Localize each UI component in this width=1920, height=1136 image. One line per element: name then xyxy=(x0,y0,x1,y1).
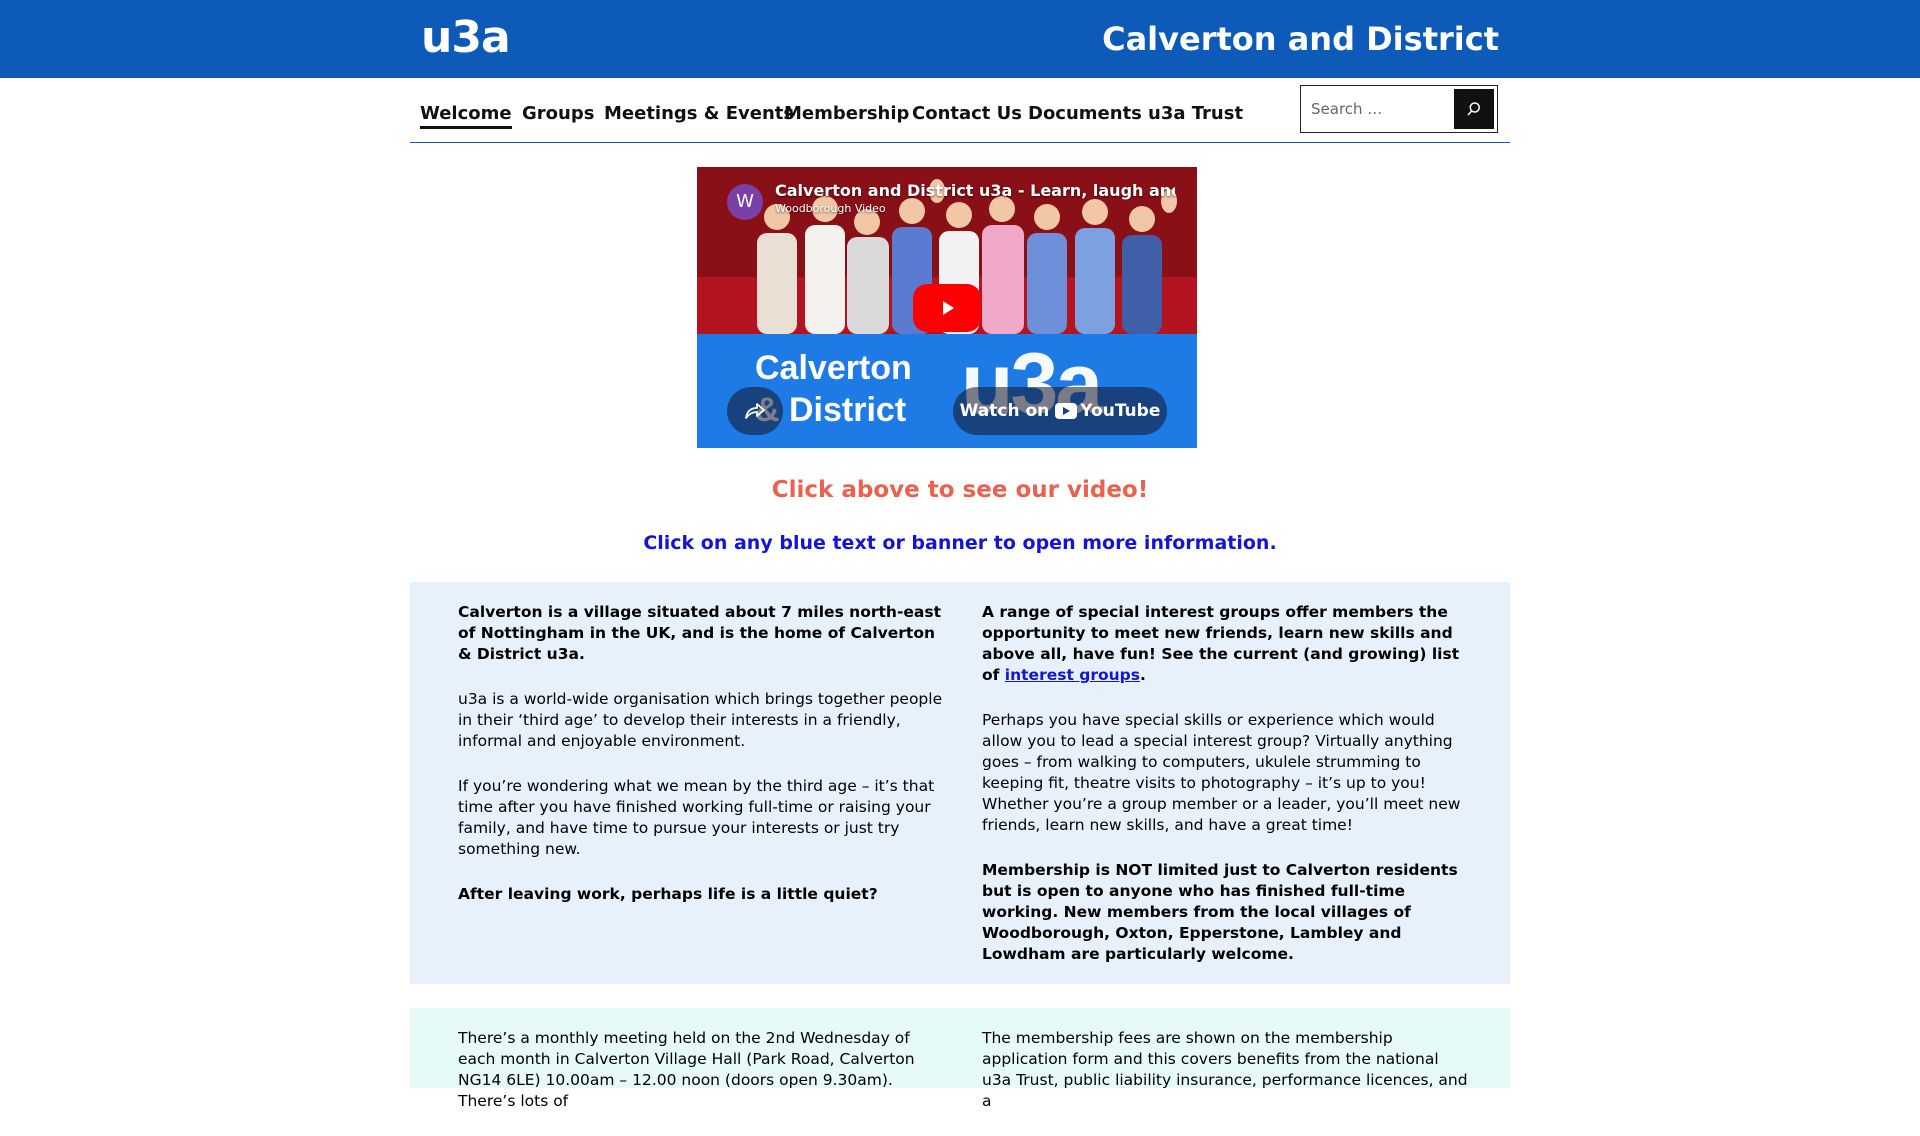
info-prompt[interactable]: Click on any blue text or banner to open… xyxy=(0,532,1920,554)
meetings-right-column: The membership fees are shown on the mem… xyxy=(982,1028,1470,1136)
membership-paragraph: Membership is NOT limited just to Calver… xyxy=(982,861,1458,963)
skills-paragraph: Perhaps you have special skills or exper… xyxy=(982,711,1461,834)
intro-paragraph-4: After leaving work, perhaps life is a li… xyxy=(458,885,878,903)
nav-item-meetings-events[interactable]: Meetings & Events xyxy=(604,102,794,126)
search-form xyxy=(1300,85,1498,133)
meetings-paragraph: There’s a monthly meeting held on the 2n… xyxy=(458,1029,915,1110)
video-embed[interactable]: W Calverton and District u3a - Learn, la… xyxy=(697,167,1197,448)
nav-item-welcome[interactable]: Welcome xyxy=(420,102,512,129)
groups-paragraph: A range of special interest groups offer… xyxy=(982,602,1470,686)
u3a-logo[interactable]: u3a xyxy=(421,14,511,62)
search-button[interactable] xyxy=(1454,89,1494,129)
meetings-left-column: There’s a monthly meeting held on the 2n… xyxy=(458,1028,943,1136)
video-thumbnail-photo: W Calverton and District u3a - Learn, la… xyxy=(697,167,1197,334)
intro-paragraph-2: u3a is a world-wide organisation which b… xyxy=(458,690,943,750)
site-title[interactable]: Calverton and District xyxy=(1102,18,1499,60)
meetings-panel: There’s a monthly meeting held on the 2n… xyxy=(410,1008,1510,1110)
nav-item-u3a-trust[interactable]: u3a Trust xyxy=(1148,102,1243,126)
intro-left-column: Calverton is a village situated about 7 … xyxy=(458,602,943,929)
video-title[interactable]: Calverton and District u3a - Learn, laug… xyxy=(775,181,1175,200)
watch-on-youtube-button[interactable]: Watch on YouTube xyxy=(953,387,1167,435)
video-channel-name[interactable]: Woodborough Video xyxy=(775,202,886,215)
intro-panel: Calverton is a village situated about 7 … xyxy=(410,582,1510,984)
youtube-label: YouTube xyxy=(1080,401,1161,421)
site-header: u3a Calverton and District xyxy=(0,0,1920,78)
search-icon xyxy=(1467,102,1480,116)
play-button[interactable] xyxy=(913,284,981,332)
search-input[interactable] xyxy=(1303,89,1453,129)
watch-on-label: Watch on xyxy=(959,401,1050,421)
share-button[interactable] xyxy=(727,387,783,435)
play-icon xyxy=(943,301,954,315)
banner-line-1: Calverton xyxy=(755,349,912,387)
video-prompt: Click above to see our video! xyxy=(771,477,1149,503)
youtube-logo: YouTube xyxy=(1055,401,1160,421)
intro-right-column: A range of special interest groups offer… xyxy=(982,602,1470,989)
intro-paragraph-1: Calverton is a village situated about 7 … xyxy=(458,603,941,663)
youtube-icon xyxy=(1055,403,1078,419)
groups-paragraph-end: . xyxy=(1140,666,1146,684)
nav-item-contact-us[interactable]: Contact Us xyxy=(912,102,1022,126)
interest-groups-link[interactable]: interest groups xyxy=(1005,666,1140,684)
intro-paragraph-3: If you’re wondering what we mean by the … xyxy=(458,777,935,858)
nav-item-groups[interactable]: Groups xyxy=(522,102,594,126)
nav-item-documents[interactable]: Documents xyxy=(1028,102,1142,126)
nav-item-membership[interactable]: Membership xyxy=(784,102,909,126)
channel-avatar[interactable]: W xyxy=(727,184,763,220)
share-icon xyxy=(745,403,765,419)
fees-paragraph: The membership fees are shown on the mem… xyxy=(982,1029,1468,1110)
